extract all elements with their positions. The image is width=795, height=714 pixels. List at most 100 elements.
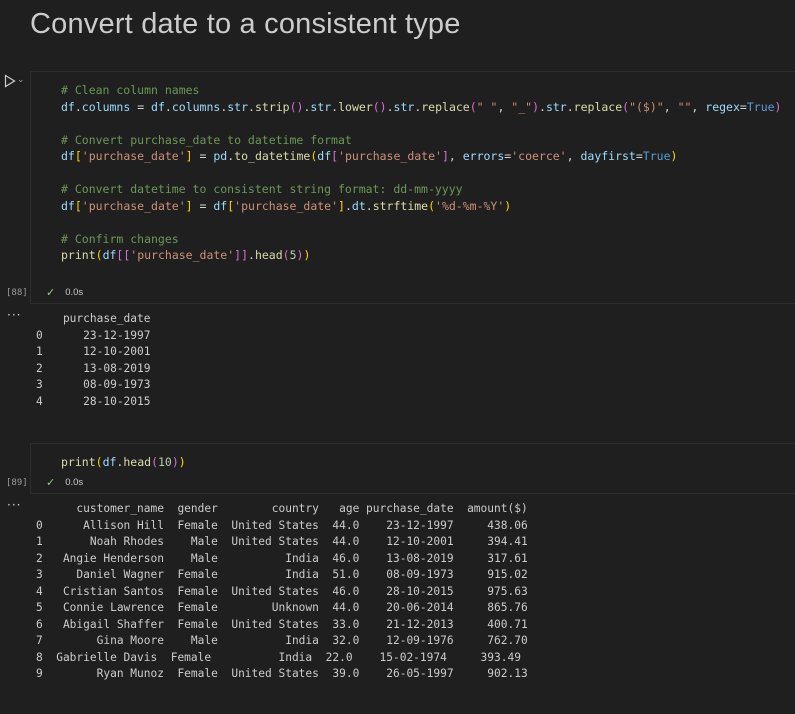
code-token: , [497, 99, 512, 114]
code-token: ( [151, 455, 158, 469]
code-token: True [642, 149, 671, 163]
code-token: . [248, 248, 255, 262]
code-token: replace [573, 99, 623, 114]
play-icon[interactable] [4, 74, 16, 88]
exec-time-1: 0.0s [65, 287, 84, 298]
output-more-button-1[interactable]: ··· [7, 308, 21, 322]
code-token: [ [74, 198, 82, 213]
code-line: # Clean column names [61, 82, 781, 99]
code-token: columns [81, 99, 131, 114]
cell-output-2: customer_name gender country age purchas… [36, 502, 528, 680]
code-token: . [539, 99, 546, 114]
code-token: # Clean column names [61, 83, 200, 97]
code-token: , [663, 99, 678, 114]
code-token: '%d-%m-%Y' [435, 198, 505, 213]
chevron-down-icon[interactable]: ⌄ [17, 75, 25, 85]
code-token: True [746, 99, 775, 114]
code-token: ( [469, 99, 477, 114]
code-token: . [365, 198, 373, 213]
code-token: ) [171, 455, 179, 469]
page-title: Convert date to a consistent type [30, 8, 461, 40]
code-token: strip [254, 99, 290, 114]
code-token: 'purchase_date' [338, 149, 442, 163]
code-token: dayfirst [580, 149, 636, 163]
code-token: ) [303, 248, 311, 262]
code-token: ] [338, 198, 345, 213]
code-token: 10 [158, 455, 172, 469]
code-line: # Convert purchase_date to datetime form… [61, 132, 781, 149]
code-token: df [61, 198, 75, 213]
code-token: , [448, 149, 463, 163]
cell-status-2: ✓ 0.0s [46, 476, 83, 489]
code-token: str [227, 99, 249, 114]
code-token: 'purchase_date' [81, 149, 186, 163]
code-line: print(df[['purchase_date']].head(5)) [61, 247, 781, 264]
code-token: # Confirm changes [61, 231, 179, 246]
code-token: () [372, 99, 387, 114]
code-line: df['purchase_date'] = pd.to_datetime(df[… [61, 148, 781, 165]
code-token: 'purchase_date' [130, 248, 235, 262]
code-token: "_" [511, 99, 533, 114]
code-line: df['purchase_date'] = df['purchase_date'… [61, 198, 781, 215]
code-token: () [289, 99, 304, 114]
code-token: df [102, 248, 117, 262]
code-token: df [102, 455, 117, 469]
cell-status-1: ✓ 0.0s [46, 286, 83, 299]
code-token: . [74, 99, 82, 114]
code-token: ) [532, 99, 540, 114]
code-editor-2[interactable]: print(df.head(10)) [61, 454, 186, 471]
code-token: df [317, 149, 332, 163]
code-line: print(df.head(10)) [61, 454, 186, 471]
code-cell-2[interactable]: print(df.head(10)) [30, 443, 795, 494]
code-token: ) [774, 99, 782, 114]
code-token: ) [670, 149, 678, 163]
code-token: = [130, 99, 152, 114]
code-line: df.columns = df.columns.str.strip().str.… [61, 99, 781, 116]
code-token: str [393, 99, 415, 114]
code-token: str [310, 99, 332, 114]
code-token: ] [185, 149, 193, 163]
code-token: 'purchase_date' [234, 198, 339, 213]
code-token: . [164, 99, 172, 114]
code-token: print [61, 248, 96, 262]
code-token: # Convert purchase_date to datetime form… [61, 132, 352, 147]
code-token: ] [185, 198, 193, 213]
check-icon: ✓ [46, 287, 56, 299]
code-token: df [61, 149, 75, 163]
check-icon: ✓ [46, 477, 56, 489]
code-cell-1[interactable]: # Clean column names df.columns = df.colu… [30, 71, 795, 304]
code-token: ( [95, 455, 103, 469]
code-token: . [566, 99, 574, 114]
code-token: . [248, 99, 255, 114]
code-token: [[ [116, 248, 131, 262]
code-token: head [123, 455, 152, 469]
code-token: to_datetime [234, 149, 311, 163]
code-token: ( [95, 248, 103, 262]
code-token: head [254, 248, 283, 262]
cell-output-1: purchase_date 0 23-12-1997 1 12-10-2001 … [36, 312, 151, 408]
code-token: print [61, 455, 96, 469]
code-token: = [635, 149, 643, 163]
code-token: = [192, 149, 214, 163]
code-token: dt [351, 198, 366, 213]
code-token: # Convert datetime to consistent string … [61, 182, 463, 196]
execution-count-1: [88] [6, 288, 28, 298]
code-token: = [192, 198, 214, 213]
code-token: , [566, 149, 581, 163]
execution-count-2: [89] [6, 478, 28, 488]
code-token: str [545, 99, 567, 114]
code-token: errors [462, 149, 505, 163]
code-token: replace [421, 99, 470, 114]
code-editor-1[interactable]: # Clean column names df.columns = df.colu… [61, 82, 781, 264]
output-more-button-2[interactable]: ··· [7, 498, 21, 512]
code-line: # Convert datetime to consistent string … [61, 181, 781, 198]
code-token: . [344, 198, 352, 213]
code-token: ]] [234, 248, 248, 262]
code-token: 'purchase_date' [81, 198, 186, 213]
code-token: ( [282, 248, 290, 262]
code-token: "" [677, 99, 692, 114]
code-token: strftime [372, 198, 429, 213]
code-token: df [213, 198, 228, 213]
